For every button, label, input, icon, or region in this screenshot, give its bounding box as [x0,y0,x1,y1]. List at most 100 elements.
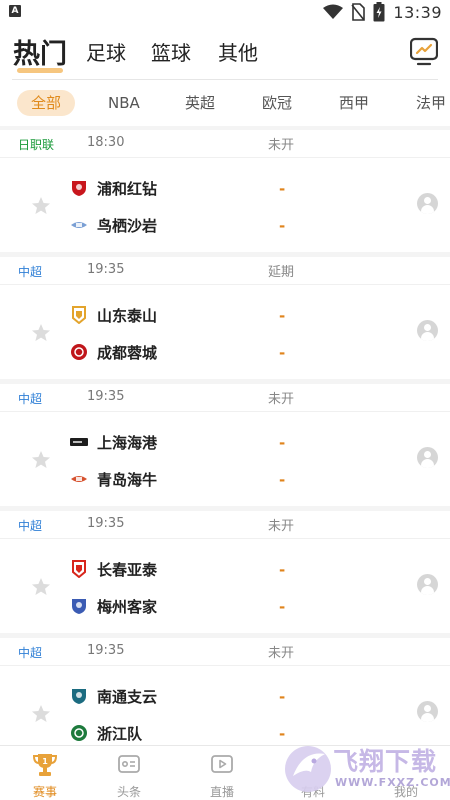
battery-icon [373,2,385,22]
favorite-star-icon[interactable] [31,577,51,597]
match-time: 19:35 [87,516,125,531]
home-team-row: 上海海港 [70,430,157,454]
play-icon [211,755,233,773]
status-bar: A 13:39 [0,0,450,24]
away-team-name: 青岛海牛 [97,470,158,489]
nav-label: 直播 [209,785,234,799]
filter-premier-league[interactable]: 英超 [185,90,215,116]
match-time: 18:30 [87,135,125,150]
tab-hot[interactable]: 热门 [13,32,67,71]
match-status: 未开 [268,138,295,153]
league-name: 中超 [18,392,43,406]
user-avatar-icon[interactable] [417,574,438,595]
tab-other[interactable]: 其他 [218,37,258,66]
away-team-row: 成都蓉城 [70,340,157,364]
home-team-row: 南通支云 [70,684,157,708]
filter-ligue-1[interactable]: 法甲 [416,90,446,116]
away-team-badge-icon [71,725,87,741]
home-team-badge-icon [72,689,86,704]
user-avatar-icon[interactable] [417,701,438,722]
league-name: 中超 [18,646,43,660]
nav-label: 头条 [116,785,141,799]
away-score: - [279,344,286,362]
nav-events[interactable]: 1 赛事 [0,746,90,800]
league-name: 日职联 [18,138,55,152]
away-team-badge-icon [72,599,86,614]
filter-all[interactable]: 全部 [17,90,76,116]
away-team-name: 成都蓉城 [97,343,158,362]
favorite-star-icon[interactable] [31,450,51,470]
match-status: 未开 [268,519,295,534]
app-screen: A 13:39 热门 足球 篮球 其他 全部 NBA 英超 欧冠 西甲 法甲 日… [0,0,450,800]
away-team-badge-icon [71,476,87,482]
match-card[interactable]: 日职联 18:30 未开 浦和红钻 鸟栖沙岩 - - [0,130,450,252]
user-avatar-icon[interactable] [417,320,438,341]
app-notification-icon: A [9,5,21,17]
svg-text:1: 1 [42,757,48,766]
watermark: 飞翔下载 WWW.FXXZ.COM [283,740,450,798]
match-header: 中超 19:35 未开 [0,511,450,539]
active-tab-indicator [17,68,63,73]
news-icon [118,755,140,773]
filter-nba[interactable]: NBA [108,90,140,116]
filter-champions-league[interactable]: 欧冠 [262,90,292,116]
home-score: - [279,307,286,325]
favorite-star-icon[interactable] [31,323,51,343]
tv-live-icon[interactable] [410,36,438,66]
no-sim-icon [351,3,366,21]
tab-basketball[interactable]: 篮球 [151,37,191,66]
away-team-badge-icon [71,222,87,228]
match-status: 未开 [268,392,295,407]
home-team-row: 长春亚泰 [70,557,157,581]
match-time: 19:35 [87,262,125,277]
match-header: 中超 19:35 未开 [0,384,450,412]
wifi-icon [323,4,344,19]
away-score: - [279,471,286,489]
match-card[interactable]: 中超 19:35 延期 山东泰山 成都蓉城 - - [0,257,450,379]
nav-headlines[interactable]: 头条 [84,746,174,800]
home-score: - [279,688,286,706]
home-team-badge-icon [72,560,86,578]
home-team-row: 山东泰山 [70,303,157,327]
watermark-title: 飞翔下载 [333,747,438,776]
match-header: 日职联 18:30 未开 [0,130,450,158]
home-team-name: 上海海港 [97,433,158,452]
favorite-star-icon[interactable] [31,704,51,724]
user-avatar-icon[interactable] [417,447,438,468]
away-score: - [279,598,286,616]
home-team-name: 南通支云 [97,687,158,706]
watermark-url: WWW.FXXZ.COM [335,776,450,789]
filter-la-liga[interactable]: 西甲 [339,90,369,116]
tab-football[interactable]: 足球 [86,37,126,66]
home-team-badge-icon [70,438,88,446]
away-team-badge-icon [71,344,87,360]
top-tab-bar: 热门 足球 篮球 其他 [0,24,450,80]
home-team-name: 浦和红钻 [97,179,158,198]
home-score: - [279,561,286,579]
league-name: 中超 [18,519,43,533]
home-team-name: 山东泰山 [97,306,158,325]
match-card[interactable]: 中超 19:35 未开长春亚泰梅州客家 - - [0,511,450,633]
match-status: 未开 [268,646,295,661]
home-team-badge-icon [72,181,86,196]
home-score: - [279,434,286,452]
away-team-name: 浙江队 [97,724,143,743]
away-team-row: 鸟栖沙岩 [70,213,157,237]
match-card[interactable]: 中超 19:35 未开上海海港青岛海牛 - - [0,384,450,506]
league-name: 中超 [18,265,43,279]
away-team-row: 青岛海牛 [70,467,157,491]
away-team-row: 浙江队 [70,721,142,745]
away-team-name: 梅州客家 [97,597,158,616]
match-header: 中超 19:35 延期 [0,257,450,285]
nav-label: 赛事 [32,785,57,799]
favorite-star-icon[interactable] [31,196,51,216]
trophy-icon: 1 [33,754,57,776]
user-avatar-icon[interactable] [417,193,438,214]
league-filter-bar: 全部 NBA 英超 欧冠 西甲 法甲 [0,80,450,126]
match-time: 19:35 [87,389,125,404]
watermark-logo-icon [285,746,331,792]
away-team-name: 鸟栖沙岩 [97,216,158,235]
nav-live[interactable]: 直播 [177,746,267,800]
clock: 13:39 [393,2,442,22]
away-team-row: 梅州客家 [70,594,157,618]
